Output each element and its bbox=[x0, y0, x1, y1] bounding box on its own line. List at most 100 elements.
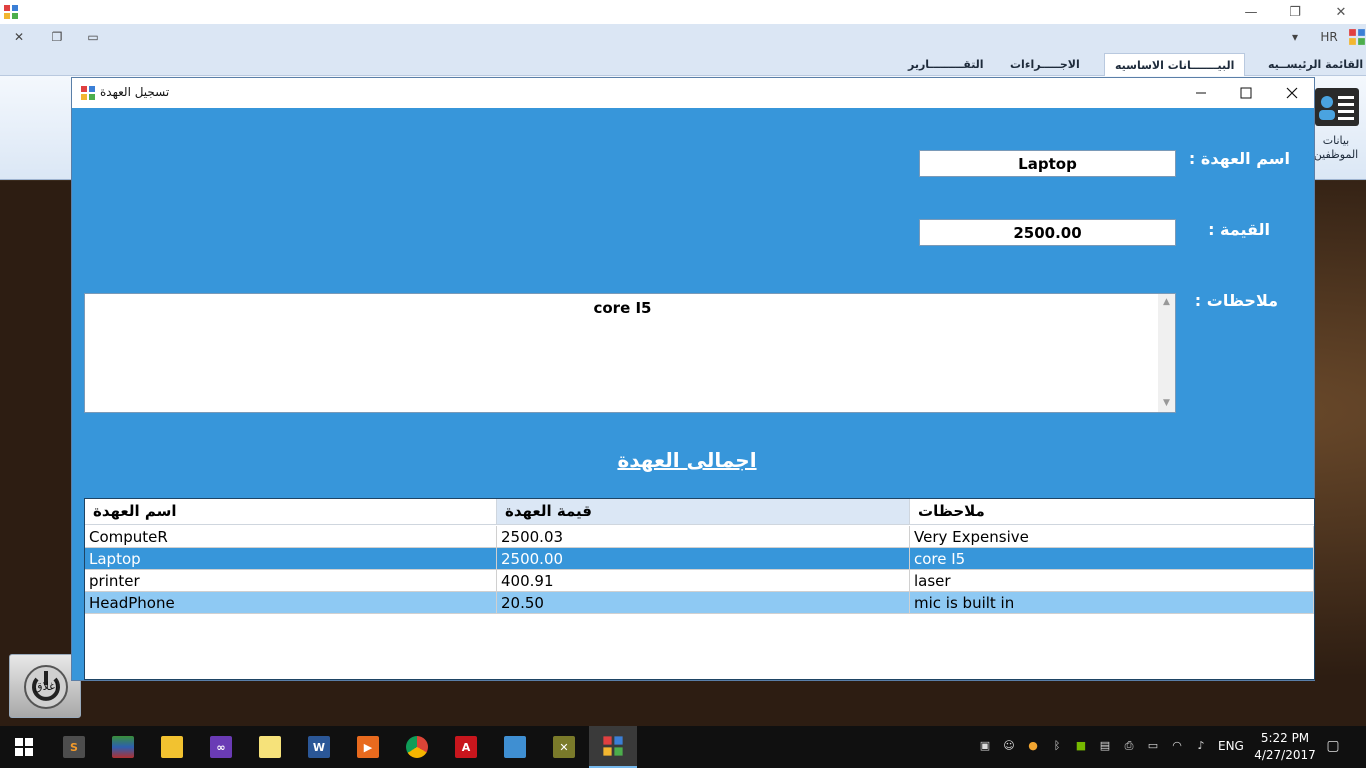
avast-icon[interactable]: ● bbox=[1025, 738, 1041, 754]
user-label: HR bbox=[1320, 30, 1338, 44]
media-player-icon: ▶ bbox=[357, 736, 379, 758]
nvidia-icon[interactable]: ■ bbox=[1073, 738, 1089, 754]
cell-name: Laptop bbox=[85, 548, 497, 570]
exit-label: اغلاق bbox=[34, 680, 58, 693]
taskbar-app-media-player[interactable]: ▶ bbox=[344, 726, 392, 768]
restore-button[interactable]: ❐ bbox=[1272, 0, 1318, 24]
taskbar-app-visual-studio[interactable]: ∞ bbox=[197, 726, 245, 768]
notes-text: core I5 bbox=[593, 299, 652, 317]
custody-name-label: اسم العهدة : bbox=[1188, 149, 1290, 168]
dialog-title: تسجيل العهدة bbox=[100, 85, 170, 99]
value-input[interactable] bbox=[919, 219, 1176, 246]
clock-date[interactable]: 4/27/2017 bbox=[1252, 748, 1318, 762]
tab-procedures[interactable]: الاجـــــراءات bbox=[1000, 53, 1090, 76]
cell-notes: core I5 bbox=[910, 548, 1314, 570]
maximize-icon bbox=[1240, 87, 1252, 99]
minimize-button[interactable]: — bbox=[1228, 0, 1274, 24]
clock-time[interactable]: 5:22 PM bbox=[1256, 731, 1314, 745]
visual-studio-icon: ∞ bbox=[210, 736, 232, 758]
tab-reports[interactable]: التقـــــــــارير bbox=[898, 53, 994, 76]
custody-summary-title: اجمالى العهدة bbox=[617, 448, 757, 472]
cell-name: printer bbox=[85, 570, 497, 592]
taskbar-app-chrome[interactable] bbox=[393, 726, 441, 768]
taskbar-app-control-panel[interactable] bbox=[491, 726, 539, 768]
taskbar-app-word[interactable]: W bbox=[295, 726, 343, 768]
table-row[interactable]: Laptop 2500.00 core I5 bbox=[85, 548, 1314, 570]
battery-icon[interactable]: ▭ bbox=[1145, 738, 1161, 754]
windows-logo-icon bbox=[15, 738, 33, 756]
tab-basic-data[interactable]: البيـــــــانات الاساسيه bbox=[1104, 53, 1246, 76]
minimize-icon bbox=[1196, 92, 1206, 94]
table-row[interactable]: HeadPhone 20.50 mic is built in bbox=[85, 592, 1314, 614]
printer-icon[interactable]: ⎙ bbox=[1121, 738, 1137, 754]
mdi-minimize-button[interactable]: ▭ bbox=[84, 28, 102, 46]
mdi-restore-button[interactable]: ❐ bbox=[48, 28, 66, 46]
table-row[interactable]: ComputeR 2500.03 Very Expensive bbox=[85, 526, 1314, 548]
word-icon: W bbox=[308, 736, 330, 758]
employees-data-button[interactable]: بيانات الموظفين bbox=[1308, 82, 1364, 174]
mdi-close-button[interactable]: ✕ bbox=[10, 28, 28, 46]
custody-name-input[interactable] bbox=[919, 150, 1176, 177]
column-header-notes[interactable]: ملاحظات bbox=[910, 499, 1314, 525]
taskbar-app-explorer[interactable] bbox=[148, 726, 196, 768]
scroll-down-icon[interactable]: ▼ bbox=[1161, 398, 1172, 409]
wifi-icon[interactable]: ◠ bbox=[1169, 738, 1185, 754]
notes-label: ملاحظات : bbox=[1194, 291, 1278, 310]
close-icon bbox=[1286, 87, 1298, 99]
cell-notes: mic is built in bbox=[910, 592, 1314, 614]
app-titlebar: — ❐ ✕ bbox=[0, 0, 1366, 24]
language-indicator[interactable]: ENG bbox=[1218, 739, 1244, 753]
app-icon bbox=[4, 5, 18, 19]
cell-value: 2500.03 bbox=[497, 526, 910, 548]
column-header-name[interactable]: اسم العهدة bbox=[85, 499, 497, 525]
taskbar-app-hr-system[interactable] bbox=[589, 726, 637, 768]
app-menu-icon[interactable] bbox=[1348, 28, 1366, 46]
sticky-notes-icon bbox=[259, 736, 281, 758]
notes-scrollbar[interactable]: ▲ ▼ bbox=[1158, 294, 1175, 412]
people-icon[interactable]: ☺ bbox=[1001, 738, 1017, 754]
folder-icon bbox=[161, 736, 183, 758]
taskbar-app-books[interactable] bbox=[99, 726, 147, 768]
sublime-icon: S bbox=[63, 736, 85, 758]
taskbar-app-acrobat[interactable]: A bbox=[442, 726, 490, 768]
tab-main-menu[interactable]: القائمة الرئيســيه bbox=[1258, 53, 1366, 76]
control-panel-icon bbox=[504, 736, 526, 758]
employee-card-icon bbox=[1315, 88, 1359, 126]
ribbon-tabs: القائمة الرئيســيه البيـــــــانات الاسا… bbox=[0, 50, 1366, 76]
dialog-app-icon bbox=[81, 86, 95, 100]
taskbar-app-sticky-notes[interactable] bbox=[246, 726, 294, 768]
tools-icon: ✕ bbox=[553, 736, 575, 758]
scroll-up-icon[interactable]: ▲ bbox=[1161, 297, 1172, 308]
dialog-maximize-button[interactable] bbox=[1223, 78, 1269, 108]
taskbar-app-tools[interactable]: ✕ bbox=[540, 726, 588, 768]
employees-data-label: بيانات الموظفين bbox=[1313, 134, 1359, 161]
keyboard-icon[interactable]: ▤ bbox=[1097, 738, 1113, 754]
dialog-close-button[interactable] bbox=[1269, 78, 1315, 108]
close-button[interactable]: ✕ bbox=[1318, 0, 1364, 24]
cell-name: ComputeR bbox=[85, 526, 497, 548]
volume-icon[interactable]: ♪ bbox=[1193, 738, 1209, 754]
table-row[interactable]: printer 400.91 laser bbox=[85, 570, 1314, 592]
quick-access-dropdown[interactable]: ▾ bbox=[1286, 28, 1304, 46]
cell-name: HeadPhone bbox=[85, 592, 497, 614]
notes-textarea[interactable]: core I5 ▲ ▼ bbox=[84, 293, 1176, 413]
dialog-minimize-button[interactable] bbox=[1178, 78, 1224, 108]
start-button[interactable] bbox=[0, 726, 48, 768]
dialog-titlebar: تسجيل العهدة bbox=[72, 78, 1314, 108]
column-header-value[interactable]: قيمة العهدة bbox=[497, 499, 910, 525]
hr-app-icon bbox=[603, 736, 623, 756]
grid-header: اسم العهدة قيمة العهدة ملاحظات bbox=[85, 499, 1314, 525]
custody-dialog: تسجيل العهدة اسم العهدة : القيمة : ملاحظ… bbox=[71, 77, 1315, 681]
custody-grid[interactable]: اسم العهدة قيمة العهدة ملاحظات ComputeR … bbox=[84, 498, 1315, 680]
notifications-icon[interactable]: ▢ bbox=[1325, 738, 1341, 754]
mdi-control-bar: ✕ ❐ ▭ ▾ HR bbox=[0, 24, 1366, 50]
bluetooth-icon[interactable]: ᛒ bbox=[1049, 738, 1065, 754]
taskbar-app-sublime[interactable]: S bbox=[50, 726, 98, 768]
cell-value: 20.50 bbox=[497, 592, 910, 614]
cell-value: 2500.00 bbox=[497, 548, 910, 570]
chrome-icon bbox=[406, 736, 428, 758]
cell-value: 400.91 bbox=[497, 570, 910, 592]
cell-notes: laser bbox=[910, 570, 1314, 592]
value-label: القيمة : bbox=[1208, 220, 1270, 239]
network-icon[interactable]: ▣ bbox=[977, 738, 993, 754]
